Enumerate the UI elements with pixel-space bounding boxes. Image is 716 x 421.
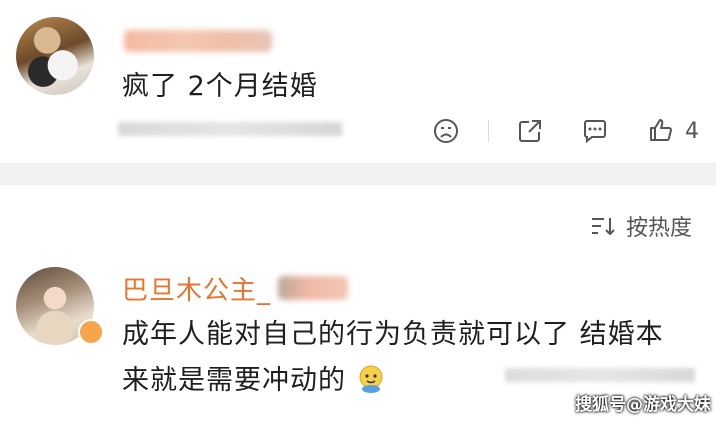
like-count: 4 [685, 119, 699, 144]
comment-meta-blurred [118, 122, 342, 136]
sort-label: 按热度 [626, 216, 693, 241]
emoji-icon [359, 365, 383, 393]
avatar[interactable] [16, 17, 94, 95]
section-divider [0, 163, 716, 185]
share-icon[interactable] [516, 117, 544, 145]
dislike-face-icon[interactable] [432, 117, 460, 145]
user-badge [78, 319, 104, 345]
comment-meta-blurred [505, 368, 695, 382]
username-blurred[interactable] [124, 30, 272, 52]
sort-button[interactable]: 按热度 [590, 210, 692, 242]
watermark: 搜狐号@游戏大妹 [575, 395, 711, 415]
comment-author[interactable]: 巴旦木公主_ [122, 270, 271, 307]
sort-icon [592, 218, 615, 236]
divider [488, 120, 489, 142]
like-thumb-icon[interactable] [647, 116, 675, 144]
comment-text-line: 成年人能对自己的行为负责就可以了 结婚本 [122, 319, 664, 350]
comment-text: 疯了 2个月结婚 [122, 71, 318, 102]
comment-icon[interactable] [581, 117, 609, 145]
username-suffix-blurred [278, 276, 348, 300]
